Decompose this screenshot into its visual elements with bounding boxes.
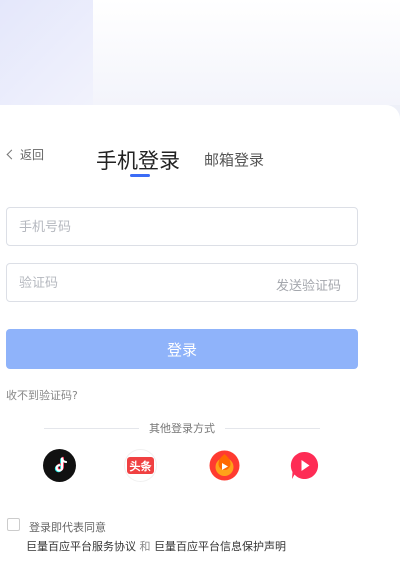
active-tab-indicator xyxy=(130,174,150,177)
huoshan-icon xyxy=(290,451,319,479)
agree-checkbox[interactable] xyxy=(7,518,20,531)
xigua-icon xyxy=(209,450,240,481)
back-label: 返回 xyxy=(20,148,45,162)
back-link[interactable]: 返回 xyxy=(6,146,45,163)
huoshan-login-button[interactable] xyxy=(288,449,321,482)
tab-email-login[interactable]: 邮箱登录 xyxy=(204,149,264,170)
background-panel xyxy=(0,0,93,105)
toutiao-icon-text: 头条 xyxy=(130,459,153,473)
douyin-login-button[interactable] xyxy=(43,449,76,482)
tab-phone-login[interactable]: 手机登录 xyxy=(96,145,180,175)
phone-field xyxy=(6,207,358,247)
service-agreement-link[interactable]: 巨量百应平台服务协议 xyxy=(26,540,136,553)
douyin-icon xyxy=(54,456,67,472)
code-field: 发送验证码 xyxy=(6,263,358,303)
toutiao-icon: 头条 xyxy=(127,457,154,474)
divider-line-right xyxy=(225,427,320,429)
code-input[interactable] xyxy=(17,264,261,303)
agreement-prefix: 登录即代表同意 xyxy=(29,521,106,534)
login-button[interactable]: 登录 xyxy=(6,329,358,369)
no-code-link[interactable]: 收不到验证码? xyxy=(6,387,78,403)
other-login-title: 其他登录方式 xyxy=(149,422,215,435)
agreement-and: 和 xyxy=(139,540,151,553)
other-login-divider: 其他登录方式 xyxy=(44,420,320,436)
send-code-button[interactable]: 发送验证码 xyxy=(276,275,341,294)
toutiao-login-button[interactable]: 头条 xyxy=(124,449,157,482)
agreement-links: 巨量百应平台服务协议 和 巨量百应平台信息保护声明 xyxy=(26,538,286,554)
privacy-statement-link[interactable]: 巨量百应平台信息保护声明 xyxy=(154,540,286,553)
background-top xyxy=(93,0,400,105)
phone-input[interactable] xyxy=(17,208,261,247)
xigua-login-button[interactable] xyxy=(208,449,241,482)
divider-line-left xyxy=(44,427,139,429)
chevron-left-icon xyxy=(6,149,17,160)
